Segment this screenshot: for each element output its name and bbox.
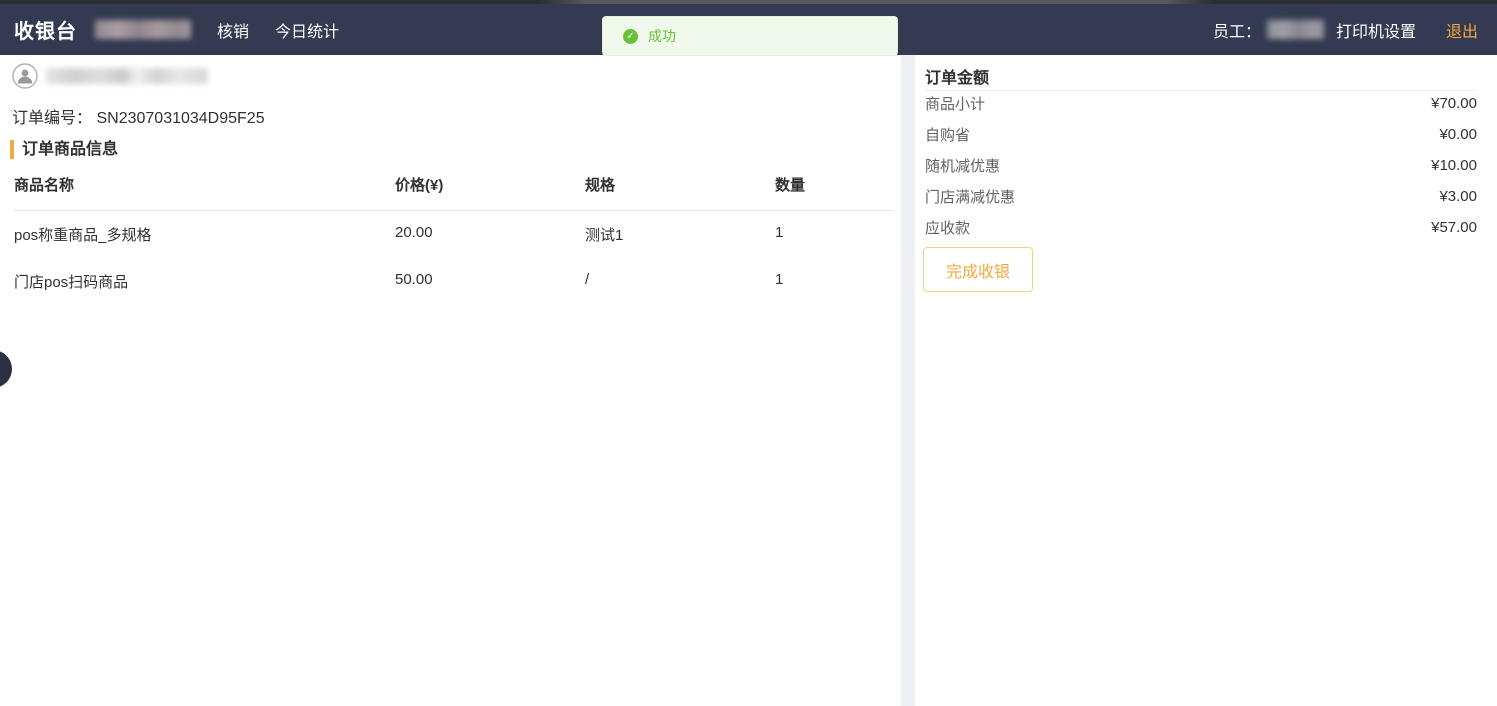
panel-divider xyxy=(901,55,915,706)
summary-row-subtotal: 商品小计 ¥70.00 xyxy=(925,88,1477,119)
logout-button[interactable]: 退出 xyxy=(1446,18,1478,42)
check-circle-icon: ✓ xyxy=(623,29,638,44)
summary-value: ¥70.00 xyxy=(1431,95,1477,112)
order-amount-panel: 订单金额 商品小计 ¥70.00 自购省 ¥0.00 随机减优惠 ¥10.00 … xyxy=(915,55,1497,706)
success-toast: ✓ 成功 xyxy=(602,16,898,56)
summary-row-random-discount: 随机减优惠 ¥10.00 xyxy=(925,150,1477,181)
cell-product-name: pos称重商品_多规格 xyxy=(14,224,395,245)
summary-value: ¥10.00 xyxy=(1431,157,1477,174)
employee-label: 员工： xyxy=(1213,18,1261,42)
cell-spec: / xyxy=(585,271,775,292)
avatar-icon xyxy=(12,63,38,89)
nav-item-verify[interactable]: 核销 xyxy=(217,18,249,42)
order-amount-title: 订单金额 xyxy=(925,64,989,88)
col-header-price: 价格(¥) xyxy=(395,174,585,195)
order-number-value: SN2307031034D95F25 xyxy=(96,110,264,127)
summary-value: ¥0.00 xyxy=(1439,126,1477,143)
pos-cashier-screen: 收银台 核销 今日统计 员工： 打印机设置 退出 ✓ 成功 订单编号： SN23… xyxy=(0,0,1497,706)
summary-label: 随机减优惠 xyxy=(925,155,1000,176)
cell-qty: 1 xyxy=(775,271,893,292)
products-table: 商品名称 价格(¥) 规格 数量 pos称重商品_多规格 20.00 测试1 1… xyxy=(14,174,893,305)
cell-qty: 1 xyxy=(775,224,893,245)
summary-rows: 商品小计 ¥70.00 自购省 ¥0.00 随机减优惠 ¥10.00 门店满减优… xyxy=(925,88,1477,243)
col-header-name: 商品名称 xyxy=(14,174,395,195)
products-section-title: 订单商品信息 xyxy=(10,140,118,159)
table-row: 门店pos扫码商品 50.00 / 1 xyxy=(14,258,893,305)
summary-value: ¥3.00 xyxy=(1439,188,1477,205)
redacted-store-name xyxy=(95,20,191,39)
table-row: pos称重商品_多规格 20.00 测试1 1 xyxy=(14,211,893,258)
cell-spec: 测试1 xyxy=(585,224,775,245)
col-header-qty: 数量 xyxy=(775,174,893,195)
customer-row xyxy=(12,63,208,89)
complete-checkout-button[interactable]: 完成收银 xyxy=(923,247,1033,292)
app-title: 收银台 xyxy=(14,15,77,44)
products-table-header: 商品名称 价格(¥) 规格 数量 xyxy=(14,174,893,211)
order-number-line: 订单编号： SN2307031034D95F25 xyxy=(12,104,265,128)
cell-product-name: 门店pos扫码商品 xyxy=(14,271,395,292)
summary-row-store-discount: 门店满减优惠 ¥3.00 xyxy=(925,181,1477,212)
summary-value: ¥57.00 xyxy=(1431,219,1477,236)
nav-item-today-stats[interactable]: 今日统计 xyxy=(275,18,339,42)
summary-label: 自购省 xyxy=(925,124,970,145)
redacted-customer-name xyxy=(46,68,208,84)
navbar-right: 员工： 打印机设置 退出 xyxy=(1213,18,1478,42)
cell-price: 20.00 xyxy=(395,224,585,245)
redacted-employee-name xyxy=(1267,20,1324,39)
col-header-spec: 规格 xyxy=(585,174,775,195)
summary-label: 应收款 xyxy=(925,217,970,238)
summary-label: 门店满减优惠 xyxy=(925,186,1015,207)
summary-row-self-save: 自购省 ¥0.00 xyxy=(925,119,1477,150)
cell-price: 50.00 xyxy=(395,271,585,292)
summary-label: 商品小计 xyxy=(925,93,985,114)
printer-settings-button[interactable]: 打印机设置 xyxy=(1336,18,1416,42)
summary-row-receivable: 应收款 ¥57.00 xyxy=(925,212,1477,243)
drawer-handle[interactable] xyxy=(0,350,12,388)
order-number-label: 订单编号： xyxy=(12,110,92,127)
toast-message: 成功 xyxy=(648,26,676,46)
